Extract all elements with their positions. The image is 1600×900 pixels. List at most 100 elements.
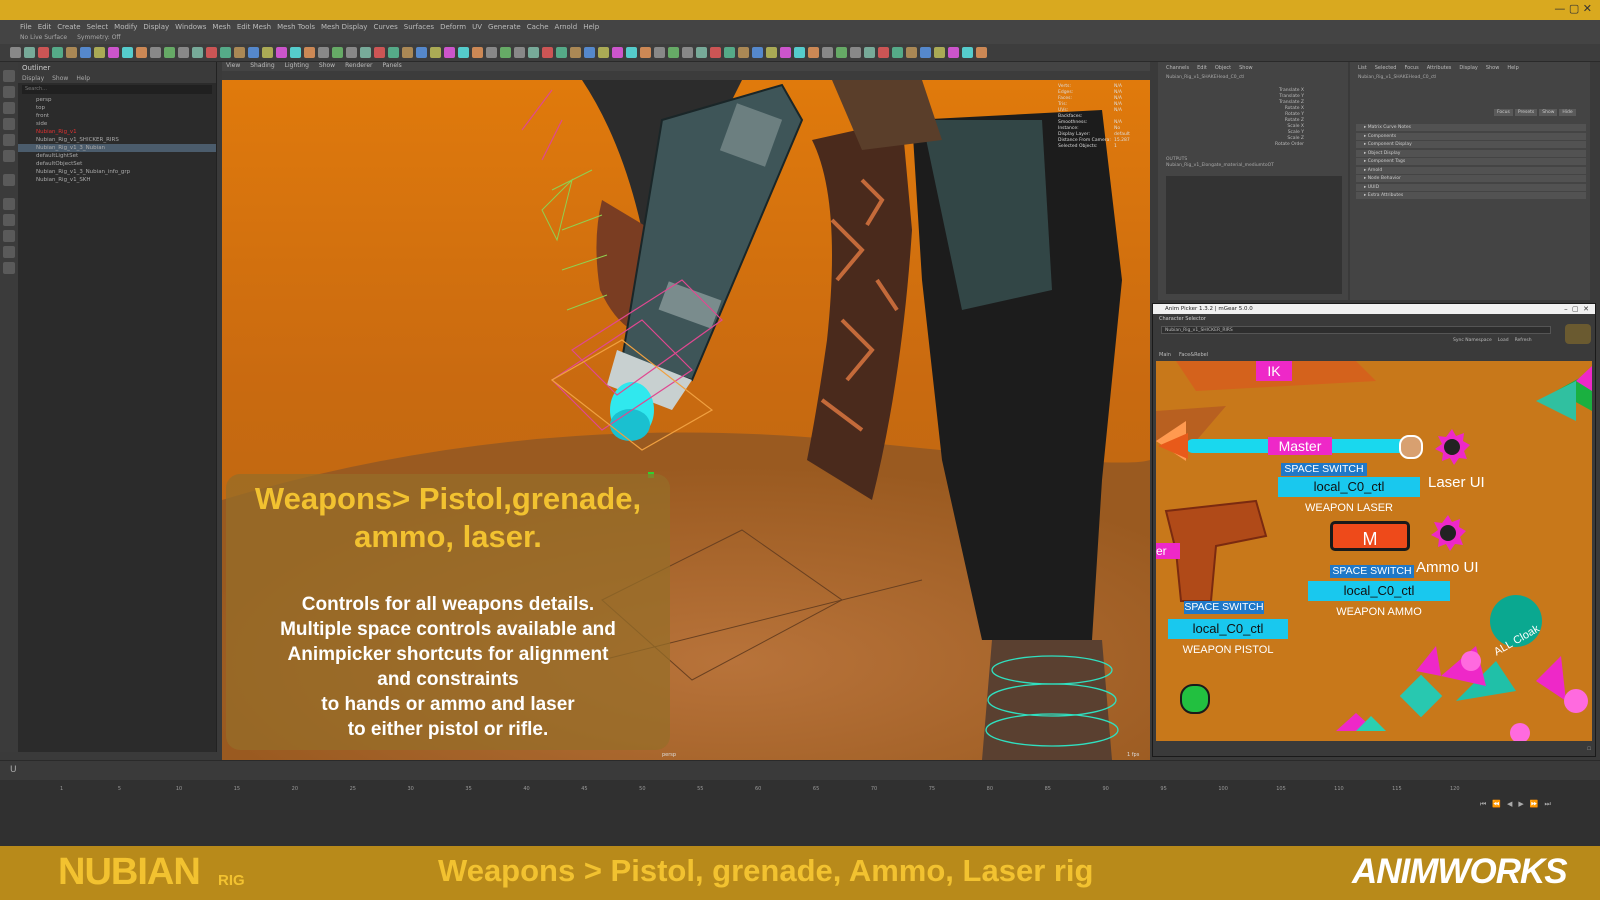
menu-item-2[interactable]: Create: [57, 23, 80, 31]
tab-face-rebel[interactable]: Face&Rebel: [1179, 352, 1208, 358]
shelf-tool-icon[interactable]: [38, 47, 49, 58]
shelf-tool-icon[interactable]: [850, 47, 861, 58]
shelf-tool-icon[interactable]: [598, 47, 609, 58]
ammo-local-ctl-button[interactable]: local_C0_ctl: [1308, 581, 1450, 601]
attribute-section[interactable]: ▸ Matrix Curve Notes: [1356, 124, 1586, 131]
shelf-tool-icon[interactable]: [556, 47, 567, 58]
outliner-row[interactable]: Nubian_Rig_v1_SHICKER_RIRS: [18, 136, 216, 144]
pistol-local-ctl-button[interactable]: local_C0_ctl: [1168, 619, 1288, 639]
outliner-row[interactable]: front: [18, 112, 216, 120]
attribute-editor-menu-item-5[interactable]: Show: [1486, 65, 1500, 71]
menu-item-1[interactable]: Edit: [38, 23, 52, 31]
toolbox-tool-icon[interactable]: [3, 230, 15, 242]
shelf-tool-icon[interactable]: [934, 47, 945, 58]
shelf-tool-icon[interactable]: [164, 47, 175, 58]
toolbox-tool-icon[interactable]: [3, 262, 15, 274]
shelf-tool-icon[interactable]: [836, 47, 847, 58]
outliner-row[interactable]: side: [18, 120, 216, 128]
attribute-section[interactable]: ▸ Component Display: [1356, 141, 1586, 148]
shelf-tool-icon[interactable]: [696, 47, 707, 58]
outliner-search[interactable]: Search...: [22, 85, 212, 94]
toolbox-tool-icon[interactable]: [3, 102, 15, 114]
shelf-tool-icon[interactable]: [108, 47, 119, 58]
sync-namespace-checkbox[interactable]: Sync Namespace: [1453, 338, 1492, 343]
shelf-tool-icon[interactable]: [808, 47, 819, 58]
outliner-row[interactable]: Nubian_Rig_v1_3_Nubian_info_grp: [18, 168, 216, 176]
viewport-menu-item-2[interactable]: Lighting: [285, 62, 309, 71]
shelf-tool-icon[interactable]: [374, 47, 385, 58]
shelf-tool-icon[interactable]: [206, 47, 217, 58]
attribute-editor-menu-item-3[interactable]: Attributes: [1427, 65, 1452, 71]
toolbox-tool-icon[interactable]: [3, 214, 15, 226]
channel-box-menu-item-1[interactable]: Edit: [1197, 65, 1207, 71]
shelf-tool-icon[interactable]: [710, 47, 721, 58]
shelf-tool-icon[interactable]: [10, 47, 21, 58]
menu-item-9[interactable]: Mesh Tools: [277, 23, 315, 31]
shelf-tool-icon[interactable]: [668, 47, 679, 58]
outliner-row[interactable]: Nubian_Rig_v1_3_Nubian: [18, 144, 216, 152]
shelf-tool-icon[interactable]: [52, 47, 63, 58]
shelf-tool-icon[interactable]: [192, 47, 203, 58]
viewport-menu-item-3[interactable]: Show: [319, 62, 335, 71]
viewport-panel[interactable]: View Shading Lighting Show Renderer Panels: [222, 62, 1150, 760]
ik-switch-button[interactable]: IK: [1256, 361, 1292, 381]
menu-item-14[interactable]: UV: [472, 23, 482, 31]
toolbox-tool-icon[interactable]: [3, 150, 15, 162]
outliner-menu-item-0[interactable]: Display: [22, 75, 44, 82]
shelf-tool-icon[interactable]: [654, 47, 665, 58]
shelf-tool-icon[interactable]: [122, 47, 133, 58]
load-button[interactable]: Load: [1498, 338, 1509, 343]
menu-item-7[interactable]: Mesh: [212, 23, 230, 31]
shelf-tool-icon[interactable]: [276, 47, 287, 58]
shelf-tool-icon[interactable]: [766, 47, 777, 58]
shelf-tool-icon[interactable]: [752, 47, 763, 58]
toolbox-tool-icon[interactable]: [3, 174, 15, 186]
shelf-tool-icon[interactable]: [738, 47, 749, 58]
attribute-section[interactable]: ▸ Arnold: [1356, 166, 1586, 174]
menu-item-0[interactable]: File: [20, 23, 32, 31]
character-avatar[interactable]: [1565, 324, 1591, 344]
menu-item-11[interactable]: Curves: [373, 23, 397, 31]
menu-item-17[interactable]: Arnold: [555, 23, 578, 31]
menu-item-15[interactable]: Generate: [488, 23, 521, 31]
menu-item-5[interactable]: Display: [143, 23, 169, 31]
shelf-tool-icon[interactable]: [388, 47, 399, 58]
attribute-section[interactable]: ▸ Extra Attributes: [1356, 192, 1586, 199]
outliner-menu-item-1[interactable]: Show: [52, 75, 68, 82]
picker-window-controls[interactable]: – ▢ ✕: [1564, 305, 1589, 313]
shelf-tool-icon[interactable]: [528, 47, 539, 58]
live-surface-field[interactable]: No Live Surface: [20, 34, 67, 44]
shelf-tool-icon[interactable]: [136, 47, 147, 58]
shelf-tool-icon[interactable]: [962, 47, 973, 58]
outliner-menu-item-2[interactable]: Help: [76, 75, 90, 82]
shelf-tool-icon[interactable]: [66, 47, 77, 58]
channel-box-menu-item-2[interactable]: Object: [1215, 65, 1231, 71]
shelf-tool-icon[interactable]: [780, 47, 791, 58]
tab-main[interactable]: Main: [1159, 352, 1171, 358]
attribute-editor-menu-item-1[interactable]: Selected: [1375, 65, 1397, 71]
shelf-tool-icon[interactable]: [290, 47, 301, 58]
viewport-menu-item-0[interactable]: View: [226, 62, 240, 71]
attribute-editor-button-0[interactable]: Focus: [1494, 109, 1513, 116]
attribute-editor-button-2[interactable]: Show: [1539, 109, 1558, 116]
channel-box-menu-item-0[interactable]: Channels: [1166, 65, 1189, 71]
attribute-editor-menu-item-4[interactable]: Display: [1459, 65, 1477, 71]
shelf-tool-icon[interactable]: [80, 47, 91, 58]
shelf-tool-icon[interactable]: [360, 47, 371, 58]
shelf-tool-icon[interactable]: [682, 47, 693, 58]
shelf-tool-icon[interactable]: [262, 47, 273, 58]
shelf-tool-icon[interactable]: [570, 47, 581, 58]
output-node[interactable]: Nubian_Rig_v1_Elongate_material_mediumto…: [1158, 162, 1282, 170]
shelf-tool-icon[interactable]: [724, 47, 735, 58]
attribute-editor-menu-item-0[interactable]: List: [1358, 65, 1367, 71]
shelf-tool-icon[interactable]: [822, 47, 833, 58]
shelf-tool-icon[interactable]: [402, 47, 413, 58]
outliner-row[interactable]: defaultObjectSet: [18, 160, 216, 168]
shelf-tool-icon[interactable]: [892, 47, 903, 58]
shelf-tool-icon[interactable]: [500, 47, 511, 58]
shelf-tool-icon[interactable]: [514, 47, 525, 58]
shelf-tool-icon[interactable]: [906, 47, 917, 58]
viewport-menu-item-5[interactable]: Panels: [382, 62, 401, 71]
shelf-tool-icon[interactable]: [94, 47, 105, 58]
channel-box-node[interactable]: Nubian_Rig_v1_SHAKEHead_C0_ctl: [1158, 74, 1348, 82]
